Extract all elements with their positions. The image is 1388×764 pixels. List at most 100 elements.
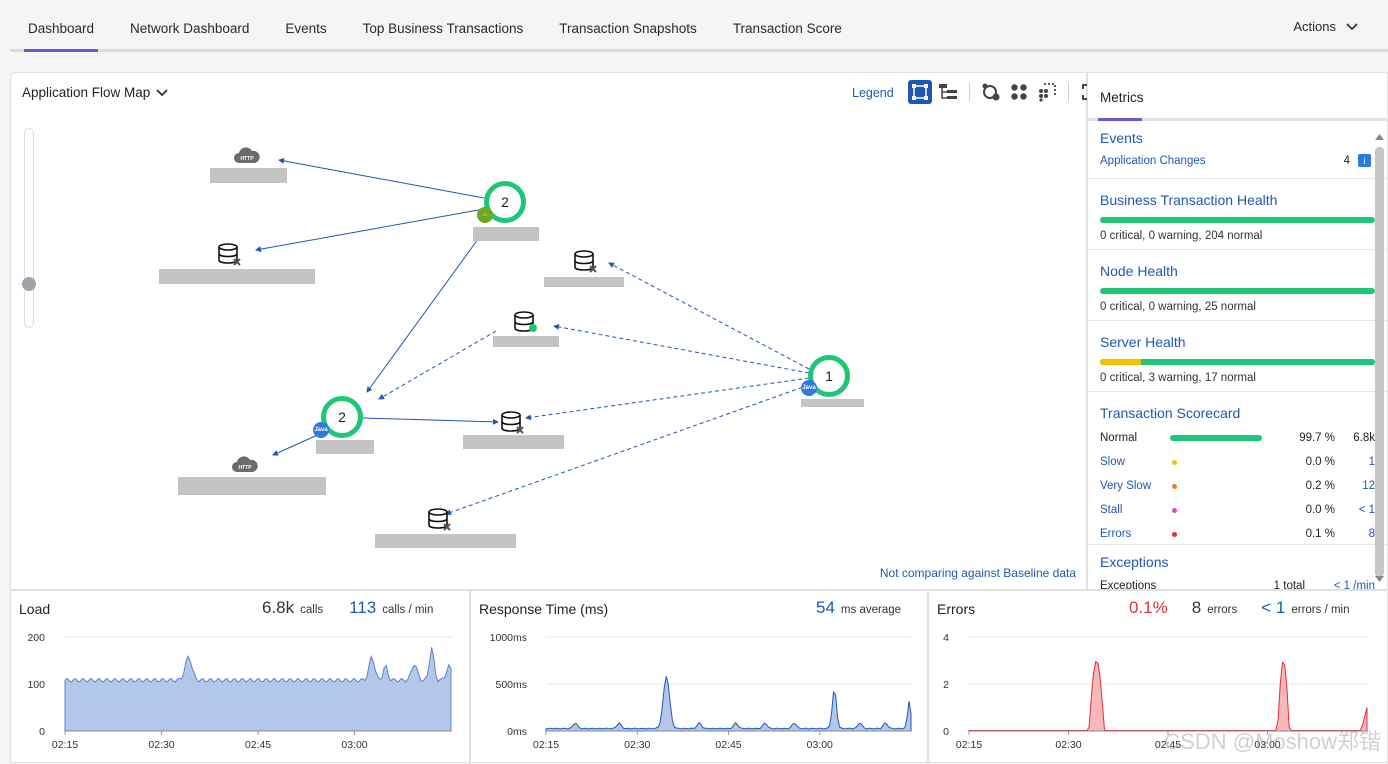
scorecard-count[interactable]: 1 <box>1335 456 1375 468</box>
database-error-icon <box>574 250 597 273</box>
server-health-summary: 0 critical, 3 warning, 17 normal <box>1100 372 1256 384</box>
node-label-redacted <box>316 440 374 454</box>
response-time-chart[interactable]: 1000ms 500ms 0ms 02:15 02:30 02:45 03:00 <box>471 591 929 764</box>
tab-dashboard[interactable]: Dashboard <box>10 21 112 52</box>
node-label-redacted <box>375 534 516 548</box>
node-label-redacted <box>473 227 539 241</box>
scorecard-indicator <box>1170 435 1262 441</box>
java-agent-icon: Java <box>801 380 817 396</box>
exceptions-rate[interactable]: < 1 /min <box>1305 580 1375 589</box>
scorecard-row: Errors 0.1 % 8 <box>1100 522 1375 546</box>
node-label-redacted <box>463 435 564 449</box>
y-tick-label: 0 <box>943 726 949 738</box>
chevron-down-icon <box>1346 22 1358 30</box>
scorecard-count[interactable]: 12 <box>1335 480 1375 492</box>
exceptions-title[interactable]: Exceptions <box>1100 554 1375 570</box>
actions-label: Actions <box>1293 19 1336 34</box>
x-tick-label: 03:00 <box>341 739 367 751</box>
scorecard-title[interactable]: Transaction Scorecard <box>1100 405 1375 421</box>
scroll-down-icon <box>1375 576 1384 582</box>
flow-edge <box>553 323 810 374</box>
chart-series-area <box>545 676 912 732</box>
scorecard-pct: 0.2 % <box>1305 480 1335 492</box>
x-tick-label: 02:30 <box>148 739 174 751</box>
database-icon <box>514 311 537 332</box>
x-tick-label: 02:45 <box>715 739 741 751</box>
load-panel: Load 6.8k calls 113 calls / min 200 100 0 0… <box>10 590 470 763</box>
scorecard-label[interactable]: Slow <box>1100 456 1170 468</box>
tab-events[interactable]: Events <box>267 21 344 49</box>
server-health-warning-segment <box>1100 359 1142 365</box>
info-icon[interactable]: i <box>1358 154 1371 167</box>
tab-network-dashboard[interactable]: Network Dashboard <box>112 21 267 49</box>
scorecard-count[interactable]: < 1 <box>1335 504 1375 516</box>
metrics-tab[interactable]: Metrics <box>1088 73 1387 121</box>
load-chart[interactable]: 200 100 0 02:15 02:30 02:45 03:00 <box>11 591 471 764</box>
actions-menu[interactable]: Actions <box>1293 19 1358 34</box>
http-cloud-icon: HTTP <box>234 147 260 163</box>
metrics-scrollbar[interactable] <box>1375 133 1384 585</box>
flow-edge <box>278 157 485 199</box>
tab-transaction-score[interactable]: Transaction Score <box>715 21 860 49</box>
database-error-icon <box>501 411 524 434</box>
flow-edge <box>525 377 810 421</box>
database-error-icon <box>428 508 451 531</box>
node-health-section: Node Health 0 critical, 0 warning, 25 no… <box>1088 250 1387 321</box>
scorecard-label[interactable]: Stall <box>1100 504 1170 516</box>
app-changes-link[interactable]: Application Changes <box>1100 155 1206 167</box>
tier-node-count: 1 <box>825 368 833 384</box>
scroll-up-icon <box>1375 134 1384 140</box>
flow-edge <box>366 234 482 393</box>
tier-node-count: 2 <box>501 194 509 210</box>
exceptions-row-label: Exceptions <box>1100 580 1157 590</box>
exceptions-total: 1 total <box>1273 580 1305 590</box>
events-title[interactable]: Events <box>1100 130 1375 146</box>
scorecard-indicator <box>1172 459 1177 465</box>
scorecard-indicator <box>1172 483 1177 489</box>
flow-edge <box>272 432 323 456</box>
scorecard-pct: 0.1 % <box>1305 528 1335 540</box>
tab-transaction-snapshots[interactable]: Transaction Snapshots <box>541 21 715 49</box>
x-tick-label: 02:15 <box>956 739 982 751</box>
y-tick-label: 2 <box>943 679 949 691</box>
bt-health-bar <box>1100 217 1375 223</box>
x-tick-label: 02:45 <box>245 739 271 751</box>
server-health-normal-segment <box>1141 359 1375 365</box>
exceptions-section: Exceptions Exceptions 1 total < 1 /min <box>1088 545 1387 590</box>
y-tick-label: 500ms <box>495 679 527 691</box>
y-tick-label: 0 <box>39 726 45 738</box>
x-tick-label: 03:00 <box>807 739 833 751</box>
scorecard-label[interactable]: Very Slow <box>1100 480 1170 492</box>
node-label-redacted <box>544 277 624 287</box>
metrics-title: Metrics <box>1100 90 1144 105</box>
flow-edge <box>608 262 810 370</box>
flow-edge <box>255 208 485 253</box>
metrics-panel: Metrics Events Application Changes 4 i B… <box>1087 72 1388 590</box>
scorecard-rows: Normal 99.7 % 6.8k Slow 0.0 % 1 Very Slow 0.2 %… <box>1100 426 1375 546</box>
tab-bar: Dashboard Network Dashboard Events Top B… <box>10 0 1388 52</box>
chart-series-area <box>968 660 1368 732</box>
scorecard-label: Normal <box>1100 432 1138 444</box>
scorecard-label[interactable]: Errors <box>1100 528 1170 540</box>
tab-top-business-transactions[interactable]: Top Business Transactions <box>345 21 542 49</box>
node-label-redacted <box>210 168 287 183</box>
node-health-title[interactable]: Node Health <box>1100 263 1375 279</box>
svg-text:HTTP: HTTP <box>238 465 252 471</box>
bt-health-title[interactable]: Business Transaction Health <box>1100 192 1375 208</box>
node-label-redacted <box>159 269 315 284</box>
response-time-panel: Response Time (ms) 54 ms average 1000ms 5… <box>470 590 928 763</box>
y-tick-label: 200 <box>27 632 45 644</box>
node-label-redacted <box>493 336 559 347</box>
java-agent-icon: Java <box>313 422 329 438</box>
bt-health-section: Business Transaction Health 0 critical, … <box>1088 179 1387 250</box>
scrollbar-thumb[interactable] <box>1375 147 1384 577</box>
flow-edge <box>362 417 499 425</box>
flow-edge <box>445 384 810 516</box>
server-health-section: Server Health 0 critical, 3 warning, 17 … <box>1088 321 1387 392</box>
server-health-title[interactable]: Server Health <box>1100 334 1375 350</box>
x-tick-label: 02:15 <box>52 739 78 751</box>
flow-edge <box>378 330 497 400</box>
scorecard-count[interactable]: 8 <box>1335 528 1375 540</box>
php-agent-icon: ⌂ <box>477 207 493 223</box>
node-label-redacted <box>801 399 864 407</box>
